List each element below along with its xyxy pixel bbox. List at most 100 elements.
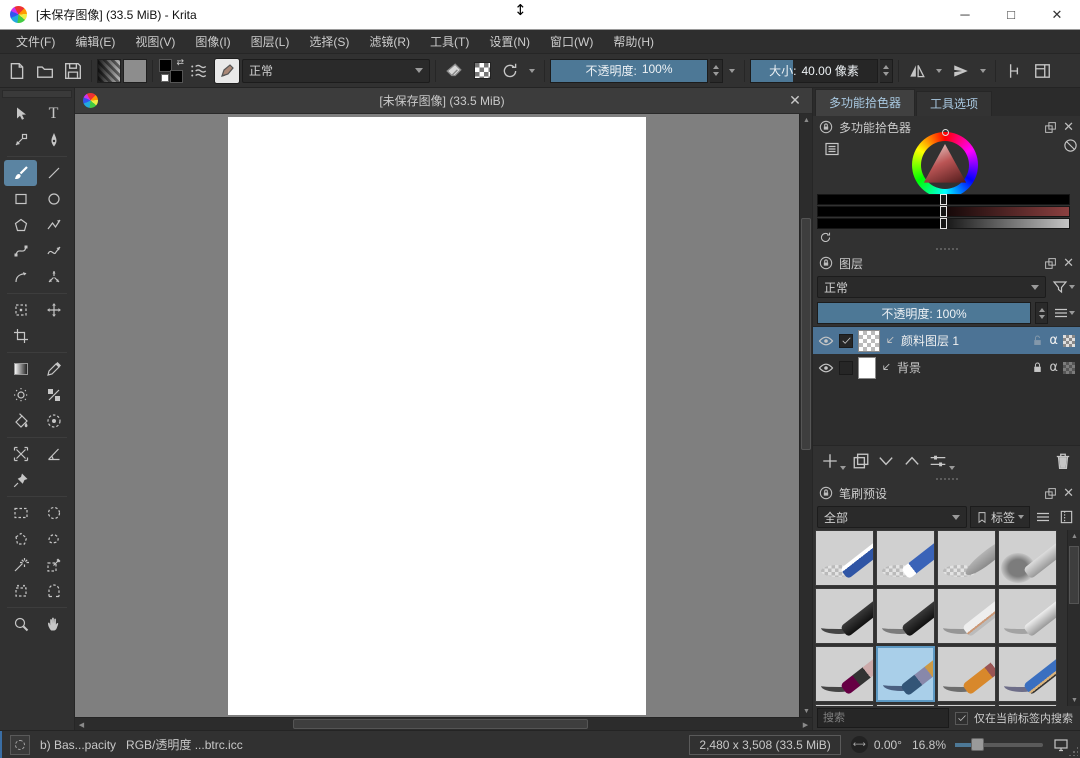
layer-thumbnail[interactable] [858,330,880,352]
tool-rect-select[interactable] [4,500,37,526]
close-docker-icon[interactable]: ✕ [1063,255,1074,271]
menu-filter[interactable]: 滤镜(R) [359,30,420,54]
tool-rectangle[interactable] [4,186,37,212]
tool-move[interactable] [37,297,70,323]
canvas-rotation-icon[interactable]: ⟷ [851,736,868,753]
minimize-button[interactable]: ─ [942,0,988,29]
blending-mode-dropdown[interactable]: 正常 [242,59,430,83]
horizontal-mirror-button[interactable] [904,58,930,84]
tool-reference-images[interactable] [4,467,37,493]
brush-size-slider[interactable]: 大小:40.00 像素 [750,59,878,83]
tool-ellipse-select[interactable] [37,500,70,526]
tool-text[interactable]: T [37,101,70,127]
snap-settings-icon[interactable] [1001,58,1027,84]
tool-zoom[interactable] [4,611,37,637]
pattern-chooser[interactable] [123,59,147,83]
menu-tools[interactable]: 工具(T) [420,30,479,54]
hscroll-thumb[interactable] [293,719,588,729]
move-layer-down-button[interactable] [876,452,896,470]
layer-opacity-spinner[interactable] [1035,302,1048,324]
tool-ellipse[interactable] [37,186,70,212]
layer-blend-dropdown[interactable]: 正常 [817,276,1046,298]
new-document-button[interactable] [4,58,30,84]
preset-marker[interactable] [815,588,874,644]
open-document-button[interactable] [32,58,58,84]
size-spinner[interactable] [880,59,893,83]
rotation-value[interactable]: 0.00° [874,738,902,752]
tab-tool-options[interactable]: 工具选项 [916,91,992,116]
inherit-alpha-icon[interactable] [1063,362,1075,374]
mirror-dropdown-caret[interactable] [932,58,946,84]
tool-line[interactable] [37,160,70,186]
duplicate-layer-button[interactable] [852,452,870,470]
gradient-chooser[interactable] [97,59,121,83]
tool-edit-shapes[interactable] [4,127,37,153]
preserve-alpha-button[interactable] [469,58,495,84]
tool-pan[interactable] [37,611,70,637]
tool-magnetic-select[interactable] [37,578,70,604]
maximize-button[interactable]: □ [988,0,1034,29]
preset-partial-row[interactable] [998,704,1057,706]
layer-row-background[interactable]: 背景 α [813,354,1080,381]
shade-bar-2[interactable] [817,206,1070,217]
canvas-viewport[interactable] [75,114,799,717]
tool-fill[interactable] [4,408,37,434]
save-button[interactable] [60,58,86,84]
shade-bar-3[interactable] [817,218,1070,229]
menu-image[interactable]: 图像(I) [185,30,240,54]
preset-scroll-thumb[interactable] [1069,546,1079,604]
selection-display-mode-icon[interactable] [10,735,30,755]
preset-soft-eraser[interactable] [937,530,996,586]
layer-opacity-slider[interactable]: 不透明度: 100% [817,302,1031,324]
preset-marker-soft[interactable] [876,588,935,644]
unlock-icon[interactable] [1031,334,1044,347]
move-layer-up-button[interactable] [902,452,922,470]
tool-polyline[interactable] [37,212,70,238]
lock-icon[interactable] [1031,361,1044,374]
menu-help[interactable]: 帮助(H) [603,30,664,54]
tool-calligraphy[interactable] [37,127,70,153]
tool-freehand-path[interactable] [37,238,70,264]
opacity-spinner[interactable] [710,59,723,83]
tool-enclose-fill[interactable] [37,408,70,434]
preset-paint-brush[interactable] [815,646,874,702]
preset-blue-pencil[interactable] [998,646,1057,702]
visibility-eye-icon[interactable] [818,360,834,376]
zoom-slider[interactable] [955,743,1043,747]
preset-scrollbar[interactable]: ▲ ▼ [1067,530,1080,706]
brush-settings-icon[interactable] [186,58,212,84]
preset-partial-row[interactable] [815,704,874,706]
alpha-lock-icon[interactable]: α [1049,360,1058,375]
preset-block-eraser[interactable] [815,530,874,586]
tag-search-checkbox[interactable] [955,712,968,725]
subwindow-close-icon[interactable]: ✕ [786,92,804,109]
preset-filter-dropdown[interactable]: 全部 [817,506,967,528]
zoom-slider-handle[interactable] [971,738,984,751]
wrap-around-button[interactable] [948,58,974,84]
menu-layer[interactable]: 图层(L) [241,30,300,54]
shade-selector-bars[interactable] [817,194,1070,230]
menu-file[interactable]: 文件(F) [6,30,65,54]
scroll-down-icon[interactable]: ▼ [800,705,813,717]
menu-select[interactable]: 选择(S) [299,30,359,54]
preset-wet-brush-selected[interactable] [876,646,935,702]
tag-button[interactable]: 标签 [970,506,1030,528]
tool-bezier-select[interactable] [4,578,37,604]
preset-partial-row[interactable] [876,704,935,706]
swap-colors-icon[interactable]: ⇄ [176,57,184,68]
gamut-mask-off-icon[interactable] [1063,138,1078,153]
close-docker-icon[interactable]: ✕ [1063,119,1074,135]
layer-thumbnail[interactable] [858,357,876,379]
scroll-up-icon[interactable]: ▲ [800,114,813,126]
subwindow-titlebar[interactable]: [未保存图像] (33.5 MiB) ✕ [75,88,812,114]
layer-checkbox-checked[interactable] [839,334,853,348]
vscroll-thumb[interactable] [801,218,811,450]
foreground-background-colors[interactable]: ⇄ [158,58,184,84]
scroll-up-icon[interactable]: ▲ [1068,530,1080,542]
canvas-vertical-scrollbar[interactable]: ▲ ▼ [799,114,812,717]
preset-partial-row[interactable] [937,704,996,706]
lock-docker-icon[interactable] [819,120,833,134]
preset-search-input[interactable] [817,708,949,728]
wraparound-dropdown-caret[interactable] [976,58,990,84]
tool-measure[interactable] [37,441,70,467]
